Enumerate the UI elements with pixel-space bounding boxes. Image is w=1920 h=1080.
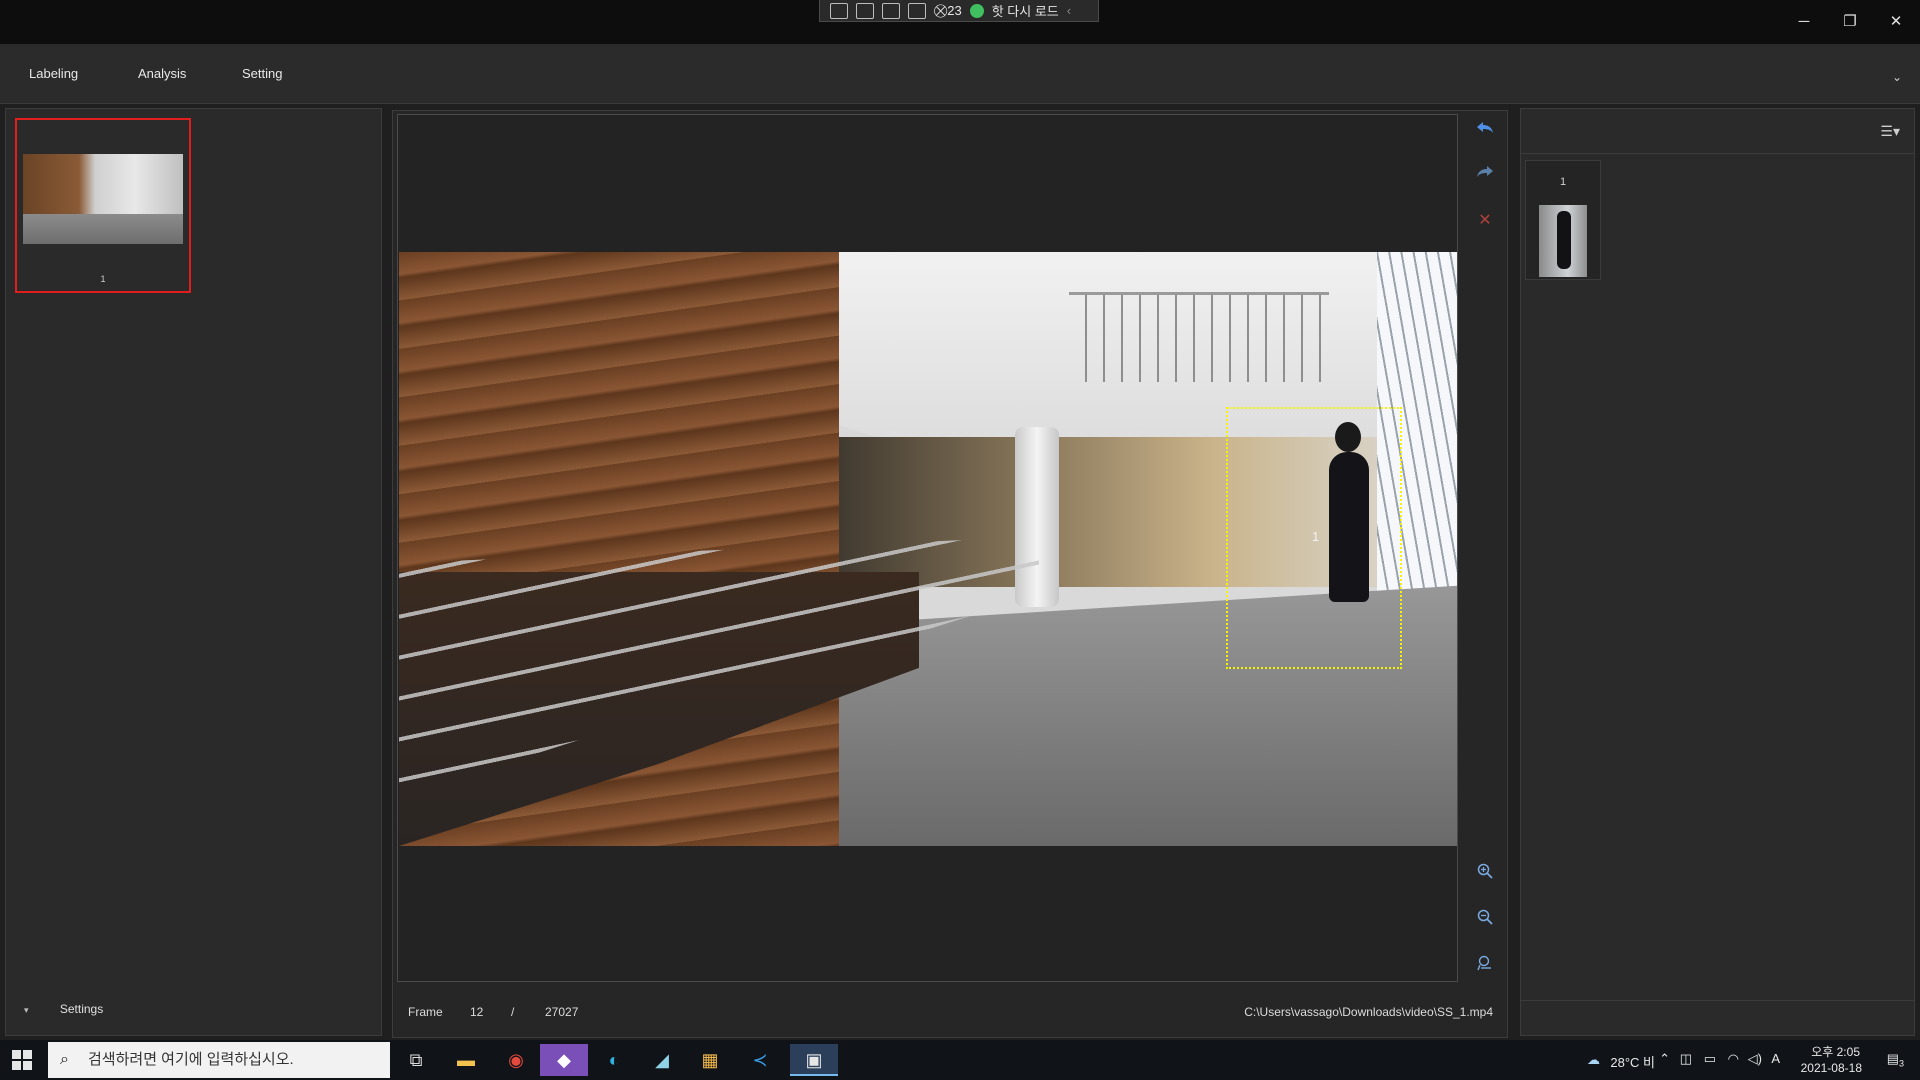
file-path: C:\Users\vassago\Downloads\video\SS_1.mp… <box>1244 1005 1493 1019</box>
video-frame-image[interactable]: 1 <box>399 252 1457 846</box>
restore-button[interactable]: ❐ <box>1827 8 1873 36</box>
object-list-panel: ☰▾ 1 <box>1520 108 1915 1036</box>
clock-date[interactable]: 2021-08-18 <box>1801 1061 1862 1075</box>
delete-icon[interactable]: ✕ <box>1470 206 1500 236</box>
zoom-out-icon[interactable] <box>1470 906 1500 936</box>
taskbar: ⌕ 검색하려면 여기에 입력하십시오. ⧉ ▬ ◉ ◆ ◐ ◢ ▦ ≺ ▣ ☁ … <box>0 1040 1920 1080</box>
weather-icon[interactable]: ☁ <box>1587 1052 1600 1068</box>
minimize-button[interactable]: ─ <box>1781 8 1827 36</box>
redo-icon[interactable] <box>1470 160 1500 190</box>
total-frames: 27027 <box>545 1005 579 1019</box>
task-view-icon[interactable]: ⧉ <box>392 1044 440 1076</box>
frame-thumbnail-image <box>23 154 183 244</box>
menu-labeling[interactable]: Labeling <box>29 66 78 81</box>
status-bar: Frame 12 / 27027 C:\Users\vassago\Downlo… <box>397 996 1497 1026</box>
hot-reload-toolbar: ⛒23 핫 다시 로드 ‹ <box>819 0 1099 22</box>
network-icon[interactable]: ◠ <box>1728 1051 1739 1067</box>
chevron-down-icon: ▾ <box>24 1005 29 1015</box>
menu-analysis[interactable]: Analysis <box>138 66 186 81</box>
zoom-in-icon[interactable] <box>1470 860 1500 890</box>
menu-setting[interactable]: Setting <box>242 66 282 81</box>
menu-bar: Labeling Analysis Setting ⌄ <box>0 44 1920 104</box>
weather-text[interactable]: 28°C 비 <box>1610 1052 1655 1071</box>
pointer-icon[interactable] <box>856 2 874 19</box>
settings-label: Settings <box>59 1002 104 1016</box>
windows-start-icon[interactable] <box>12 1050 32 1070</box>
clock-time[interactable]: 오후 2:05 <box>1811 1043 1860 1060</box>
check-icon <box>969 3 984 18</box>
notification-icon[interactable]: ▤3 <box>1887 1051 1904 1069</box>
object-crop-card[interactable]: 1 <box>1525 160 1601 280</box>
fit-icon[interactable] <box>1470 952 1500 982</box>
volume-icon[interactable]: ◁) <box>1748 1051 1762 1067</box>
select-element-icon[interactable] <box>830 2 848 19</box>
binding-failures-icon[interactable]: ⛒23 <box>934 3 962 19</box>
labeling-app-icon[interactable]: ▣ <box>790 1044 838 1076</box>
settings-toggle[interactable]: ▾ Settings <box>24 1002 103 1016</box>
list-menu-icon[interactable]: ☰▾ <box>1880 123 1900 140</box>
track-focus-icon[interactable] <box>908 2 926 19</box>
device-icon[interactable]: ◫ <box>1680 1051 1692 1067</box>
vscode-icon[interactable]: ≺ <box>736 1044 784 1076</box>
store-icon[interactable]: ▦ <box>686 1044 734 1076</box>
bounding-box-id: 1 <box>1312 529 1320 544</box>
frame-list-panel: 1 ▾ Settings <box>5 108 382 1036</box>
visual-studio-icon[interactable]: ◆ <box>540 1044 588 1076</box>
collapse-toolbar-icon[interactable]: ‹ <box>1067 3 1071 18</box>
close-button[interactable]: ✕ <box>1873 8 1919 36</box>
app-icon[interactable]: ◢ <box>638 1044 686 1076</box>
bounding-box[interactable]: 1 <box>1226 407 1402 669</box>
current-frame: 12 <box>470 1005 484 1019</box>
viewer-toolbar: ✕ <box>1470 116 1500 986</box>
chrome-icon[interactable]: ◉ <box>492 1044 540 1076</box>
object-crop-number: 1 <box>1559 176 1567 188</box>
binding-failure-count: 23 <box>947 2 962 18</box>
frame-separator: / <box>511 1005 515 1019</box>
collapse-menu-icon[interactable]: ⌄ <box>1892 70 1902 84</box>
search-icon: ⌕ <box>60 1051 69 1068</box>
ime-indicator[interactable]: A <box>1771 1051 1780 1066</box>
file-explorer-icon[interactable]: ▬ <box>442 1044 490 1076</box>
battery-icon[interactable]: ▭ <box>1704 1051 1716 1067</box>
object-crop-image <box>1539 205 1587 277</box>
layout-adorner-icon[interactable] <box>882 2 900 19</box>
undo-icon[interactable] <box>1470 116 1500 146</box>
object-list-header: ☰▾ <box>1521 109 1914 154</box>
notification-count: 3 <box>1898 1058 1904 1069</box>
frame-thumbnail-card[interactable]: 1 <box>15 118 191 293</box>
hot-reload-label[interactable]: 핫 다시 로드 <box>992 1 1059 20</box>
chevron-up-icon[interactable]: ⌃ <box>1659 1051 1670 1067</box>
edge-icon[interactable]: ◐ <box>590 1044 638 1076</box>
taskbar-search-input[interactable]: ⌕ 검색하려면 여기에 입력하십시오. <box>48 1042 390 1078</box>
title-bar: ⛒23 핫 다시 로드 ‹ ─ ❐ ✕ <box>0 0 1920 44</box>
search-placeholder: 검색하려면 여기에 입력하십시오. <box>88 1051 294 1068</box>
frame-thumbnail-number: 1 <box>100 274 106 284</box>
frame-label: Frame <box>408 1005 443 1019</box>
